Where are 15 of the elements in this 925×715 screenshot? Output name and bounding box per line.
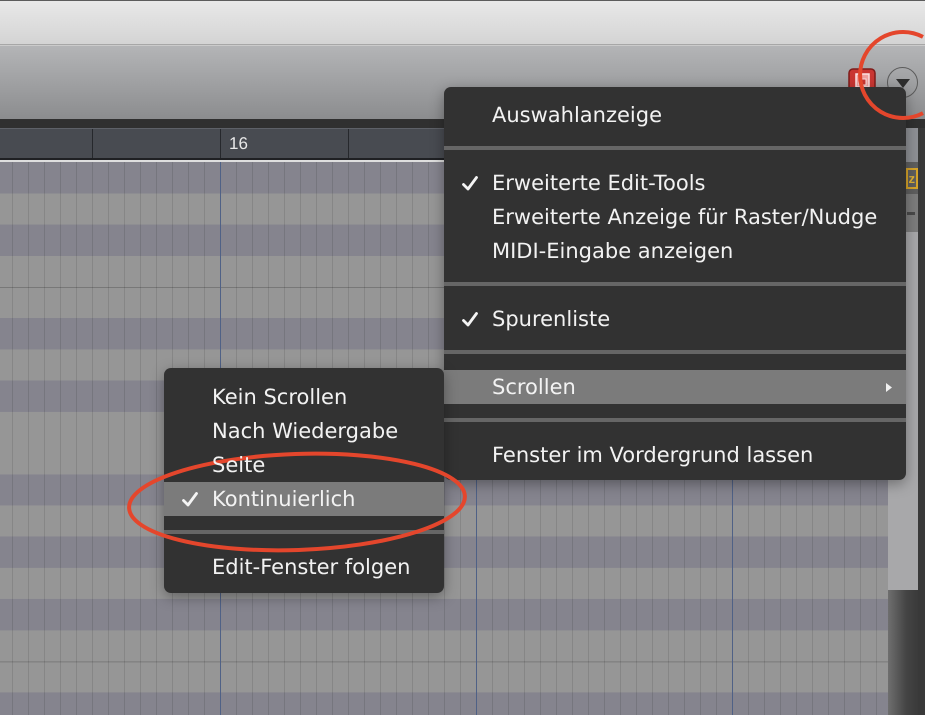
submenu-arrow-icon — [886, 382, 892, 392]
menu-item[interactable]: Kein Scrollen — [164, 380, 444, 414]
bar-number: 16 — [229, 133, 248, 155]
submenu-item[interactable]: Scrollen — [444, 370, 906, 404]
menu-item[interactable]: Fenster im Vordergrund lassen — [444, 438, 906, 472]
dash-icon — [907, 212, 915, 214]
menu-item[interactable]: Edit-Fenster folgen — [164, 550, 444, 584]
menu-item[interactable]: Erweiterte Anzeige für Raster/Nudge — [444, 200, 906, 234]
menu-item[interactable]: Nach Wiedergabe — [164, 414, 444, 448]
menu-item[interactable]: Erweiterte Edit-Tools — [444, 166, 906, 200]
menu-item[interactable]: MIDI-Eingabe anzeigen — [444, 234, 906, 268]
menu-item[interactable]: Spurenliste — [444, 302, 906, 336]
menu-item[interactable]: Auswahlanzeige — [444, 98, 906, 132]
menu-item[interactable]: Kontinuierlich — [164, 482, 444, 516]
menu-item[interactable]: Seite — [164, 448, 444, 482]
